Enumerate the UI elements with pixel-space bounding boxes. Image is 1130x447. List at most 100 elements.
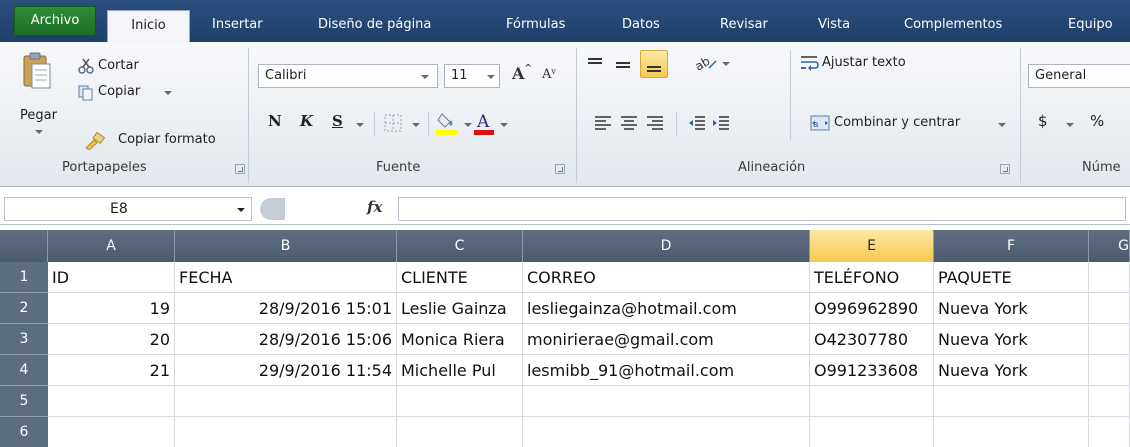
bold-button[interactable]: N [268, 112, 288, 134]
decrease-indent-icon[interactable] [688, 114, 706, 132]
column-header-f[interactable]: F [934, 230, 1089, 262]
cell-e2[interactable]: O996962890 [810, 293, 934, 324]
cell-e5[interactable] [810, 386, 934, 417]
cell-e6[interactable] [810, 417, 934, 447]
wrap-text-button[interactable]: Ajustar texto [800, 52, 980, 76]
merge-center-button[interactable]: a Combinar y centrar [810, 112, 1020, 136]
align-right-icon[interactable] [646, 114, 664, 132]
cell-f6[interactable] [934, 417, 1089, 447]
align-top-icon[interactable] [586, 56, 604, 74]
cell-f5[interactable] [934, 386, 1089, 417]
cell-c2[interactable]: Leslie Gainza [397, 293, 523, 324]
cell-e4[interactable]: O991233608 [810, 355, 934, 386]
cell-c4[interactable]: Michelle Pul [397, 355, 523, 386]
cell-a4[interactable]: 21 [48, 355, 175, 386]
font-size-dropdown[interactable]: 11 [444, 64, 500, 88]
align-middle-icon[interactable] [614, 56, 632, 74]
tab-complementos[interactable]: Complementos [904, 10, 1002, 42]
alignment-launcher-icon[interactable] [1000, 164, 1010, 174]
cell-b2[interactable]: 28/9/2016 15:01 [175, 293, 397, 324]
cell-d4[interactable]: lesmibb_91@hotmail.com [523, 355, 810, 386]
font-name-dropdown[interactable]: Calibri [258, 64, 438, 88]
cell-g5[interactable] [1089, 386, 1130, 417]
grow-font-button[interactable]: A^ [512, 64, 538, 90]
row-header-4[interactable]: 4 [0, 355, 48, 386]
column-header-d[interactable]: D [523, 230, 810, 262]
cell-d6[interactable] [523, 417, 810, 447]
name-box[interactable]: E8 [4, 197, 252, 221]
tab-datos[interactable]: Datos [622, 10, 660, 42]
column-header-a[interactable]: A [48, 230, 175, 262]
align-left-icon[interactable] [594, 114, 612, 132]
cell-g1[interactable] [1089, 262, 1130, 293]
cell-c5[interactable] [397, 386, 523, 417]
tab-equipo[interactable]: Equipo [1068, 10, 1113, 42]
percent-button[interactable]: % [1090, 112, 1110, 134]
column-header-b[interactable]: B [175, 230, 397, 262]
tab-diseno-de-pagina[interactable]: Diseño de página [318, 10, 431, 42]
cell-b3[interactable]: 28/9/2016 15:06 [175, 324, 397, 355]
cell-c3[interactable]: Monica Riera [397, 324, 523, 355]
font-color-icon[interactable]: A [474, 110, 496, 136]
insert-function-button[interactable]: fx [367, 198, 382, 216]
column-header-e[interactable]: E [810, 230, 934, 262]
cell-b1[interactable]: FECHA [175, 262, 397, 293]
underline-button[interactable]: S [332, 112, 352, 134]
cell-f4[interactable]: Nueva York [934, 355, 1089, 386]
formula-input[interactable] [398, 197, 1126, 221]
cell-e1[interactable]: TELÉFONO [810, 262, 934, 293]
row-header-3[interactable]: 3 [0, 324, 48, 355]
tab-insertar[interactable]: Insertar [212, 10, 263, 42]
cell-b5[interactable] [175, 386, 397, 417]
row-header-6[interactable]: 6 [0, 417, 48, 447]
cell-b6[interactable] [175, 417, 397, 447]
increase-indent-icon[interactable] [712, 114, 730, 132]
tab-formulas[interactable]: Fórmulas [506, 10, 565, 42]
copy-button[interactable]: Copiar [78, 82, 178, 104]
clipboard-launcher-icon[interactable] [235, 164, 245, 174]
format-painter-button[interactable]: Copiar formato [84, 130, 234, 152]
cell-a6[interactable] [48, 417, 175, 447]
currency-button[interactable]: $ [1038, 112, 1058, 134]
cell-g2[interactable] [1089, 293, 1130, 324]
cell-d3[interactable]: monirierae@gmail.com [523, 324, 810, 355]
row-header-5[interactable]: 5 [0, 386, 48, 417]
shrink-font-button[interactable]: Av [542, 67, 564, 89]
column-header-g[interactable]: G [1089, 230, 1130, 262]
column-header-c[interactable]: C [397, 230, 523, 262]
cell-e3[interactable]: O42307780 [810, 324, 934, 355]
cell-d1[interactable]: CORREO [523, 262, 810, 293]
align-center-icon[interactable] [620, 114, 638, 132]
row-header-2[interactable]: 2 [0, 293, 48, 324]
cell-f2[interactable]: Nueva York [934, 293, 1089, 324]
cell-a1[interactable]: ID [48, 262, 175, 293]
cell-c1[interactable]: CLIENTE [397, 262, 523, 293]
text-orientation-icon[interactable]: ab [694, 54, 720, 74]
cell-a3[interactable]: 20 [48, 324, 175, 355]
cell-g6[interactable] [1089, 417, 1130, 447]
cell-c6[interactable] [397, 417, 523, 447]
cell-g4[interactable] [1089, 355, 1130, 386]
cell-d5[interactable] [523, 386, 810, 417]
cell-d2[interactable]: lesliegainza@hotmail.com [523, 293, 810, 324]
cell-b4[interactable]: 29/9/2016 11:54 [175, 355, 397, 386]
borders-icon[interactable] [384, 114, 402, 132]
tab-vista[interactable]: Vista [818, 10, 850, 42]
cell-a2[interactable]: 19 [48, 293, 175, 324]
fill-color-icon[interactable] [436, 110, 460, 136]
cell-f1[interactable]: PAQUETE [934, 262, 1089, 293]
paste-button[interactable]: Pegar [10, 50, 60, 155]
cell-a5[interactable] [48, 386, 175, 417]
font-launcher-icon[interactable] [555, 164, 565, 174]
italic-button[interactable]: K [300, 112, 320, 134]
row-header-1[interactable]: 1 [0, 262, 48, 293]
tab-revisar[interactable]: Revisar [720, 10, 768, 42]
align-bottom-button[interactable] [640, 50, 668, 78]
tab-archivo[interactable]: Archivo [14, 6, 96, 36]
select-all-corner[interactable] [0, 230, 48, 262]
tab-inicio[interactable]: Inicio [107, 10, 190, 43]
cell-f3[interactable]: Nueva York [934, 324, 1089, 355]
cell-g3[interactable] [1089, 324, 1130, 355]
cut-button[interactable]: Cortar [78, 56, 178, 78]
number-format-dropdown[interactable]: General [1028, 64, 1130, 88]
